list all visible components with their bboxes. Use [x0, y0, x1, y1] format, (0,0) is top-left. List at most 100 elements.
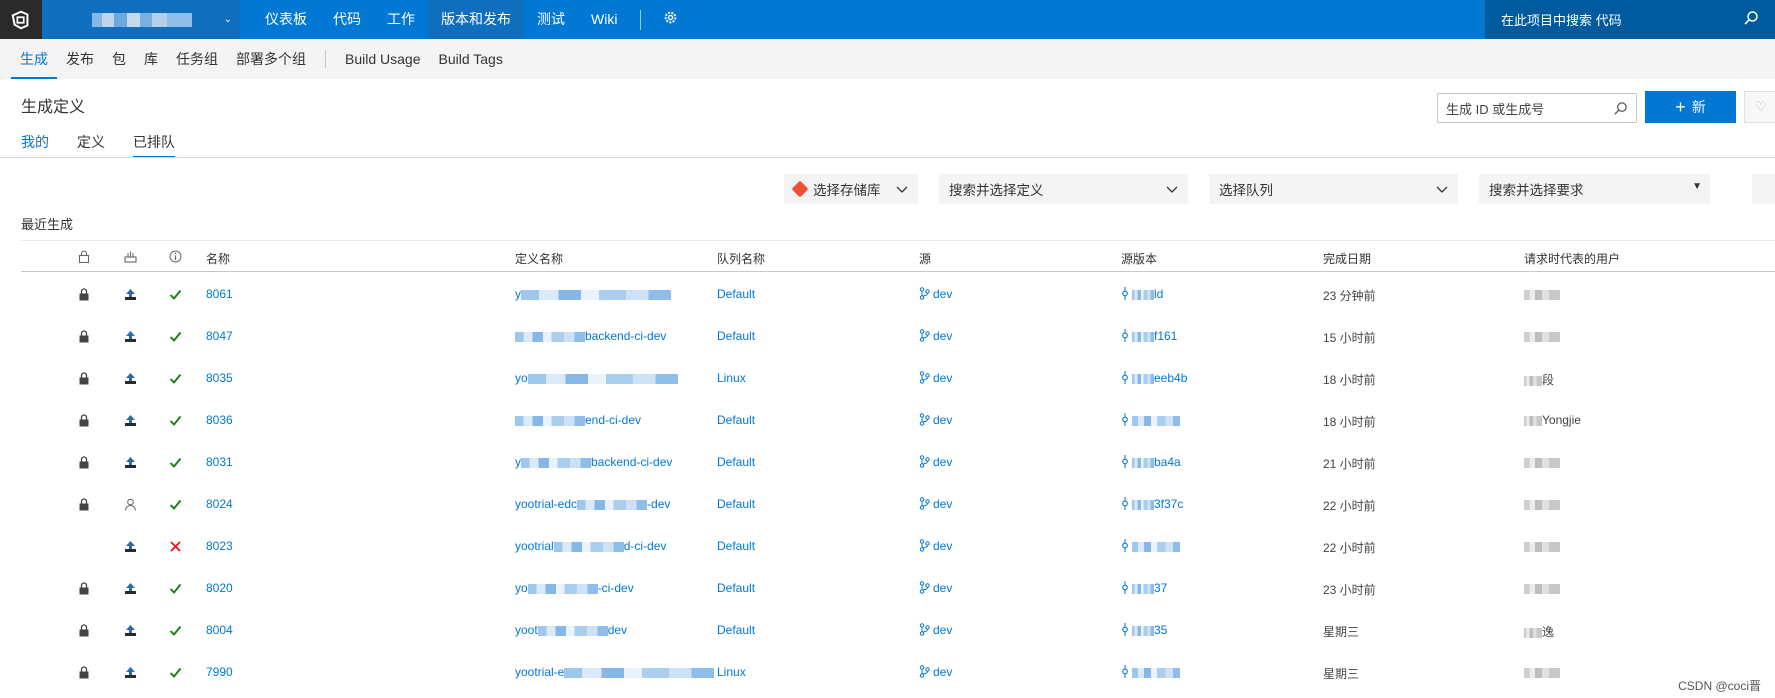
build-number-link[interactable]: 8024 [206, 497, 233, 511]
col-definition[interactable]: 定义名称 [515, 250, 563, 267]
definition-name-end: end-ci-dev [585, 413, 642, 427]
queue-name-link[interactable]: Linux [717, 665, 746, 679]
definition-filter[interactable]: 搜索并选择定义 [939, 174, 1188, 204]
queue-name-link[interactable]: Default [717, 455, 755, 469]
definition-name-link[interactable]: backend-ci-dev [515, 329, 666, 343]
col-finish-date[interactable]: 完成日期 [1323, 250, 1371, 267]
table-row[interactable]: 8036 end-ci-dev Default dev 18 小时前 Yongjie [21, 400, 1775, 442]
definition-name-link[interactable]: yo -ci-dev [515, 581, 634, 595]
definition-name-link[interactable]: yo [515, 371, 678, 385]
definition-name-link[interactable]: yootrial-edc -dev [515, 497, 670, 511]
build-number-link[interactable]: 8004 [206, 623, 233, 637]
definition-name-link[interactable]: yoot dev [515, 623, 627, 637]
col-queue[interactable]: 队列名称 [717, 250, 765, 267]
subnav-library[interactable]: 库 [135, 39, 167, 79]
vsts-logo-icon[interactable] [0, 0, 42, 39]
build-number-link[interactable]: 8047 [206, 329, 233, 343]
source-branch-link[interactable]: dev [919, 623, 952, 637]
queue-name-link[interactable]: Default [717, 413, 755, 427]
nav-build-release[interactable]: 版本和发布 [428, 0, 524, 39]
build-number-link[interactable]: 8031 [206, 455, 233, 469]
build-number-link[interactable]: 8036 [206, 413, 233, 427]
subnav-deployment-groups[interactable]: 部署多个组 [227, 39, 315, 79]
table-row[interactable]: 8023 yootrial d-ci-dev Default dev 22 小时前 [21, 526, 1775, 568]
subnav-task-groups[interactable]: 任务组 [167, 39, 227, 79]
queue-filter[interactable]: 选择队列 [1209, 174, 1458, 204]
build-id-search-input[interactable]: 生成 ID 或生成号 [1437, 93, 1637, 123]
queue-name-link[interactable]: Linux [717, 371, 746, 385]
source-branch-link[interactable]: dev [919, 329, 952, 343]
source-version-link[interactable]: eeb4b [1121, 371, 1187, 385]
source-branch-link[interactable]: dev [919, 413, 952, 427]
table-row[interactable]: 8061 y Default dev ld 23 分钟前 [21, 274, 1775, 316]
queue-name-link[interactable]: Default [717, 623, 755, 637]
source-branch-link[interactable]: dev [919, 371, 952, 385]
col-source-version[interactable]: 源版本 [1121, 250, 1157, 267]
build-number-link[interactable]: 8035 [206, 371, 233, 385]
table-row[interactable]: 8047 backend-ci-dev Default dev f161 15 小时前 [21, 316, 1775, 358]
subnav-packages[interactable]: 包 [103, 39, 135, 79]
nav-code[interactable]: 代码 [320, 0, 374, 39]
search-icon[interactable] [1743, 10, 1759, 29]
project-selector[interactable]: ⌄ [42, 0, 240, 39]
build-number-link[interactable]: 8020 [206, 581, 233, 595]
gear-icon[interactable] [651, 10, 690, 29]
subnav-builds[interactable]: 生成 [11, 39, 57, 79]
source-branch-link[interactable]: dev [919, 455, 952, 469]
build-number-link[interactable]: 8061 [206, 287, 233, 301]
source-version-link[interactable]: f161 [1121, 329, 1177, 343]
project-search-input[interactable]: 在此项目中搜索 代码 [1485, 0, 1775, 39]
col-requested-for[interactable]: 请求时代表的用户 [1524, 250, 1620, 267]
favorite-button[interactable]: ♡ [1744, 91, 1775, 123]
table-row[interactable]: 8004 yoot dev Default dev 35 星期三 逸 [21, 610, 1775, 652]
definition-name-link[interactable]: yootrial-e [515, 665, 715, 679]
col-source[interactable]: 源 [919, 250, 931, 267]
source-branch-link[interactable]: dev [919, 539, 952, 553]
new-definition-button[interactable]: + 新 [1645, 91, 1736, 123]
table-row[interactable]: 8035 yo Linux dev eeb4b 18 小时前 段 [21, 358, 1775, 400]
nav-work[interactable]: 工作 [374, 0, 428, 39]
nav-wiki[interactable]: Wiki [578, 0, 630, 39]
definition-name-link[interactable]: yootrial d-ci-dev [515, 539, 666, 553]
queue-name-link[interactable]: Default [717, 287, 755, 301]
table-row[interactable]: 8024 yootrial-edc -dev Default dev 3f37c 22 小时… [21, 484, 1775, 526]
queue-name-link[interactable]: Default [717, 539, 755, 553]
build-number-link[interactable]: 8023 [206, 539, 233, 553]
search-icon[interactable] [1613, 101, 1628, 119]
queue-name-link[interactable]: Default [717, 581, 755, 595]
table-row[interactable]: 8031 y backend-ci-dev Default dev ba4a 21 小时前 [21, 442, 1775, 484]
queue-name-link[interactable]: Default [717, 497, 755, 511]
source-version-link[interactable]: 35 [1121, 623, 1167, 637]
source-version-link[interactable] [1121, 413, 1180, 427]
nav-test[interactable]: 测试 [524, 0, 578, 39]
source-branch-link[interactable]: dev [919, 287, 952, 301]
source-branch-link[interactable]: dev [919, 581, 952, 595]
definition-name-link[interactable]: y [515, 287, 671, 301]
tab-queued[interactable]: 已排队 [133, 132, 175, 158]
queue-name-link[interactable]: Default [717, 329, 755, 343]
repository-filter[interactable]: 选择存储库 [784, 174, 918, 204]
tab-definitions[interactable]: 定义 [77, 132, 105, 158]
col-name[interactable]: 名称 [206, 250, 230, 267]
nav-dashboards[interactable]: 仪表板 [252, 0, 320, 39]
source-branch-link[interactable]: dev [919, 665, 952, 679]
source-version-link[interactable]: 3f37c [1121, 497, 1183, 511]
source-branch-link[interactable]: dev [919, 497, 952, 511]
subnav-build-tags[interactable]: Build Tags [430, 39, 512, 79]
table-row[interactable]: 7990 yootrial-e Linux dev 星期三 [21, 652, 1775, 694]
source-version-link[interactable]: ld [1121, 287, 1163, 301]
definition-name-link[interactable]: end-ci-dev [515, 413, 641, 427]
demands-filter[interactable]: 搜索并选择要求 ▼ [1479, 174, 1710, 204]
source-version-link[interactable] [1121, 665, 1180, 679]
source-version-link[interactable] [1121, 539, 1180, 553]
source-version-link[interactable]: ba4a [1121, 455, 1181, 469]
commit-icon [1122, 413, 1128, 426]
table-row[interactable]: 8020 yo -ci-dev Default dev 37 23 小时前 [21, 568, 1775, 610]
subnav-releases[interactable]: 发布 [57, 39, 103, 79]
subnav-build-usage[interactable]: Build Usage [336, 39, 430, 79]
tab-mine[interactable]: 我的 [21, 132, 49, 158]
build-number-link[interactable]: 7990 [206, 665, 233, 679]
source-version-link[interactable]: 37 [1121, 581, 1167, 595]
extra-filter[interactable] [1752, 174, 1775, 204]
definition-name-link[interactable]: y backend-ci-dev [515, 455, 672, 469]
